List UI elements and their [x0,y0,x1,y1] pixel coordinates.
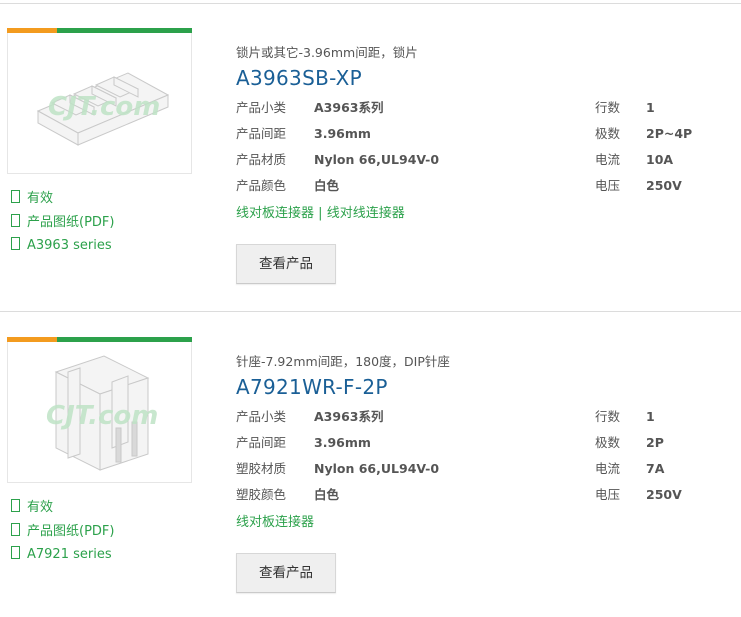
spec-label: 产品材质 [236,152,287,167]
spec-row: 塑胶颜色 白色 电压 250V [236,482,736,508]
product-links: 有效 产品图纸(PDF) A7921 series [11,496,114,567]
spec-label: 行数 [595,409,621,424]
product-card: CJT.com 有效 产品图纸(PDF) A3963 series 锁片或其它-… [0,3,741,308]
spec-label: 塑胶颜色 [236,487,287,502]
product-info: 锁片或其它-3.96mm间距，锁片 A3963SB-XP 产品小类 A3963系… [236,43,736,284]
spec-value: 3.96mm [314,435,371,450]
spec-label: 极数 [595,126,621,141]
spec-value: 1 [646,409,655,424]
spec-value: 白色 [314,178,340,193]
series-icon [11,546,20,559]
pdf-drawing-link[interactable]: 产品图纸(PDF) [11,520,114,544]
spec-label: 产品间距 [236,126,287,141]
product-thumbnail[interactable]: CJT.com [7,337,192,483]
spec-label: 塑胶材质 [236,461,287,476]
spec-label: 电压 [595,178,621,193]
product-model-link[interactable]: A7921WR-F-2P [236,372,736,404]
product-image[interactable]: CJT.com [7,342,192,483]
pdf-drawing-link[interactable]: 产品图纸(PDF) [11,211,114,235]
spec-value: 3.96mm [314,126,371,141]
series-icon [11,237,20,250]
spec-label: 电流 [595,461,621,476]
spec-value: A3963系列 [314,409,384,424]
spec-value: 7A [646,461,665,476]
product-info: 针座-7.92mm间距，180度，DIP针座 A7921WR-F-2P 产品小类… [236,352,736,593]
spec-row: 产品小类 A3963系列 行数 1 [236,95,736,121]
pdf-icon [11,522,20,536]
product-image[interactable]: CJT.com [7,33,192,174]
status-link[interactable]: 有效 [11,187,114,211]
connector-image-icon: CJT.com [36,72,170,146]
spec-value: Nylon 66,UL94V-0 [314,152,440,167]
spec-row: 产品间距 3.96mm 极数 2P~4P [236,121,736,147]
product-subtitle: 针座-7.92mm间距，180度，DIP针座 [236,354,450,369]
spec-row: 塑胶材质 Nylon 66,UL94V-0 电流 7A [236,456,736,482]
spec-label: 产品小类 [236,409,287,424]
spec-label: 电压 [595,487,621,502]
spec-label: 产品间距 [236,435,287,450]
series-link[interactable]: A7921 series [11,543,114,567]
view-product-button[interactable]: 查看产品 [236,553,336,593]
pdf-drawing-label: 产品图纸(PDF) [27,214,115,230]
spec-label: 产品小类 [236,100,287,115]
status-label: 有效 [27,500,54,515]
spec-row: 产品间距 3.96mm 极数 2P [236,430,736,456]
product-model-link[interactable]: A3963SB-XP [236,63,736,95]
series-label: A3963 series [27,238,112,253]
spec-value: Nylon 66,UL94V-0 [314,461,440,476]
series-label: A7921 series [27,547,112,562]
product-card: CJT.com 有效 产品图纸(PDF) A7921 series 针座-7.9… [0,312,741,617]
spec-label: 行数 [595,100,621,115]
series-link[interactable]: A3963 series [11,234,114,258]
spec-label: 电流 [595,152,621,167]
checkbox-icon [11,190,20,203]
category-links: 线对板连接器 [236,510,736,536]
checkbox-icon [11,499,20,512]
watermark: CJT.com [48,92,160,122]
connector-image-icon: CJT.com [46,355,158,471]
product-subtitle: 锁片或其它-3.96mm间距，锁片 [236,45,418,60]
category-link[interactable]: 线对板连接器 [236,515,314,530]
pdf-drawing-label: 产品图纸(PDF) [27,523,115,539]
spec-value: A3963系列 [314,100,384,115]
spec-value: 1 [646,100,655,115]
category-links: 线对板连接器 | 线对线连接器 [236,201,736,227]
spec-value: 250V [646,178,682,193]
category-link[interactable]: 线对线连接器 [327,206,405,221]
spec-value: 2P~4P [646,126,693,141]
spec-row: 产品颜色 白色 电压 250V [236,173,736,199]
spec-row: 产品材质 Nylon 66,UL94V-0 电流 10A [236,147,736,173]
spec-value: 10A [646,152,674,167]
product-links: 有效 产品图纸(PDF) A3963 series [11,187,114,258]
pdf-icon [11,213,20,227]
watermark: CJT.com [46,401,158,431]
status-link[interactable]: 有效 [11,496,114,520]
product-thumbnail[interactable]: CJT.com [7,28,192,174]
category-link[interactable]: 线对板连接器 [236,206,314,221]
spec-value: 2P [646,435,664,450]
spec-label: 产品颜色 [236,178,287,193]
category-separator: | [318,206,323,221]
spec-value: 250V [646,487,682,502]
spec-value: 白色 [314,487,340,502]
spec-row: 产品小类 A3963系列 行数 1 [236,404,736,430]
spec-label: 极数 [595,435,621,450]
status-label: 有效 [27,191,54,206]
view-product-button[interactable]: 查看产品 [236,244,336,284]
